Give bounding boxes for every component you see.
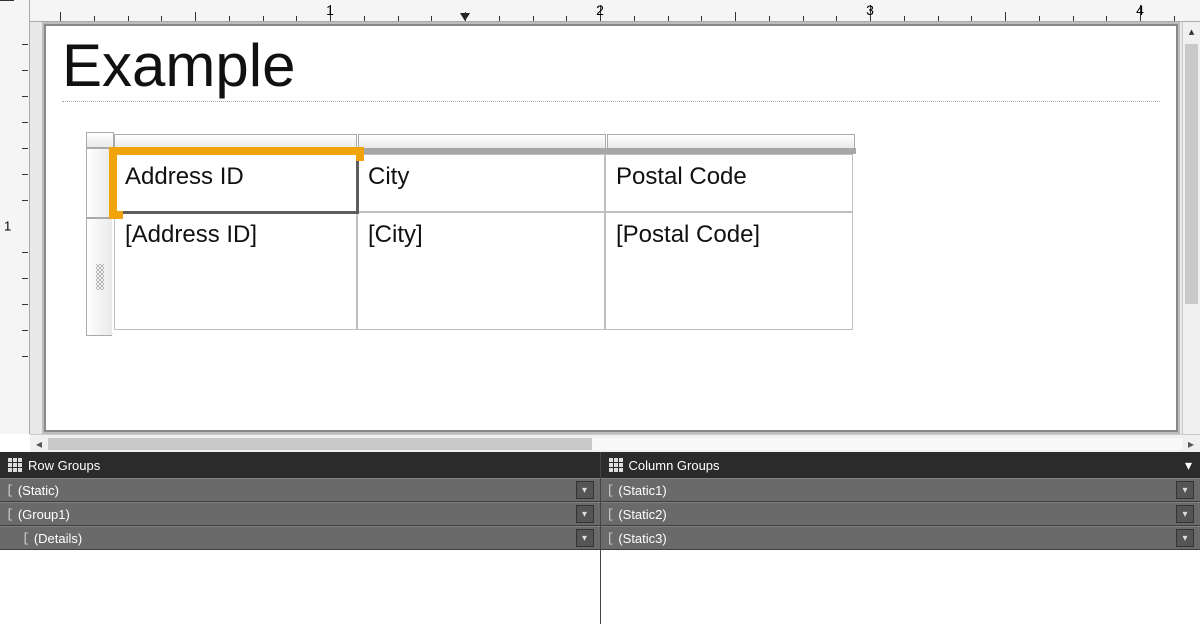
hscroll-thumb[interactable] (48, 438, 592, 450)
column-group-item[interactable]: [ (Static2) ▾ (601, 502, 1200, 526)
bracket-icon: [ (607, 483, 615, 498)
grouping-pane: Row Groups [ (Static) ▾ [ (Group1) ▾ [ (… (0, 452, 1200, 624)
row-groups-label: Row Groups (28, 458, 100, 473)
row-group-label: (Group1) (18, 507, 70, 522)
column-handle[interactable] (114, 134, 357, 148)
tablix[interactable]: Address ID City Postal Code [Address ID]… (86, 132, 856, 330)
report-title-textbox[interactable]: Example (62, 34, 1160, 97)
column-handle[interactable] (358, 134, 606, 148)
scroll-right-icon[interactable]: ▸ (1182, 435, 1200, 453)
column-groups-label: Column Groups (629, 458, 720, 473)
vscroll-thumb[interactable] (1185, 44, 1198, 304)
vertical-ruler: 1 (0, 0, 30, 434)
row-drag-grip-icon[interactable] (96, 264, 104, 290)
data-cell-address-id[interactable]: [Address ID] (114, 212, 357, 330)
panel-menu-icon[interactable]: ▾ (1185, 457, 1192, 474)
row-groups-header[interactable]: Row Groups (0, 452, 600, 478)
column-group-label: (Static1) (618, 483, 666, 498)
bracket-icon: [ (6, 483, 14, 498)
row-handle[interactable] (86, 218, 112, 336)
bracket-icon: [ (607, 507, 615, 522)
design-surface[interactable]: Example (30, 22, 1200, 434)
row-group-item[interactable]: [ (Details) ▾ (0, 526, 600, 550)
dropdown-icon[interactable]: ▾ (1176, 529, 1194, 547)
column-group-label: (Static2) (618, 507, 666, 522)
column-groups-panel: Column Groups ▾ [ (Static1) ▾ [ (Static2… (601, 452, 1200, 624)
bracket-icon: [ (6, 507, 14, 522)
header-cell-city[interactable]: City (357, 154, 605, 212)
scroll-up-icon[interactable]: ▴ (1183, 22, 1200, 40)
horizontal-scrollbar[interactable]: ◂ ▸ (30, 434, 1200, 452)
grid-icon (8, 458, 22, 472)
report-body[interactable]: Example (46, 26, 1176, 430)
row-group-label: (Details) (34, 531, 82, 546)
scroll-left-icon[interactable]: ◂ (30, 435, 48, 453)
vertical-scrollbar[interactable]: ▴ (1182, 22, 1200, 434)
column-group-item[interactable]: [ (Static3) ▾ (601, 526, 1200, 550)
data-cell-city[interactable]: [City] (357, 212, 605, 330)
bracket-icon: [ (607, 531, 615, 546)
horizontal-ruler: 1 2 3 4 (30, 0, 1200, 22)
dropdown-icon[interactable]: ▾ (1176, 505, 1194, 523)
row-group-item[interactable]: [ (Group1) ▾ (0, 502, 600, 526)
header-cell-address-id[interactable]: Address ID (114, 154, 357, 212)
ruler-label: 4 (1136, 2, 1144, 18)
ruler-label: 2 (596, 2, 604, 18)
dropdown-icon[interactable]: ▾ (576, 505, 594, 523)
tablix-corner-handle[interactable] (86, 132, 114, 148)
column-group-label: (Static3) (618, 531, 666, 546)
header-cell-postal-code[interactable]: Postal Code (605, 154, 853, 212)
column-groups-header[interactable]: Column Groups ▾ (601, 452, 1200, 478)
column-group-item[interactable]: [ (Static1) ▾ (601, 478, 1200, 502)
row-group-item[interactable]: [ (Static) ▾ (0, 478, 600, 502)
title-divider (62, 101, 1160, 102)
grid-icon (609, 458, 623, 472)
header-text: Address ID (125, 163, 244, 190)
data-cell-postal-code[interactable]: [Postal Code] (605, 212, 853, 330)
bracket-icon: [ (22, 531, 30, 546)
ruler-label: 1 (326, 2, 334, 18)
column-handle[interactable] (607, 134, 855, 148)
dropdown-icon[interactable]: ▾ (576, 481, 594, 499)
dropdown-icon[interactable]: ▾ (1176, 481, 1194, 499)
row-group-label: (Static) (18, 483, 59, 498)
vruler-label-1: 1 (4, 219, 11, 234)
row-groups-panel: Row Groups [ (Static) ▾ [ (Group1) ▾ [ (… (0, 452, 601, 624)
dropdown-icon[interactable]: ▾ (576, 529, 594, 547)
ruler-label: 3 (866, 2, 874, 18)
